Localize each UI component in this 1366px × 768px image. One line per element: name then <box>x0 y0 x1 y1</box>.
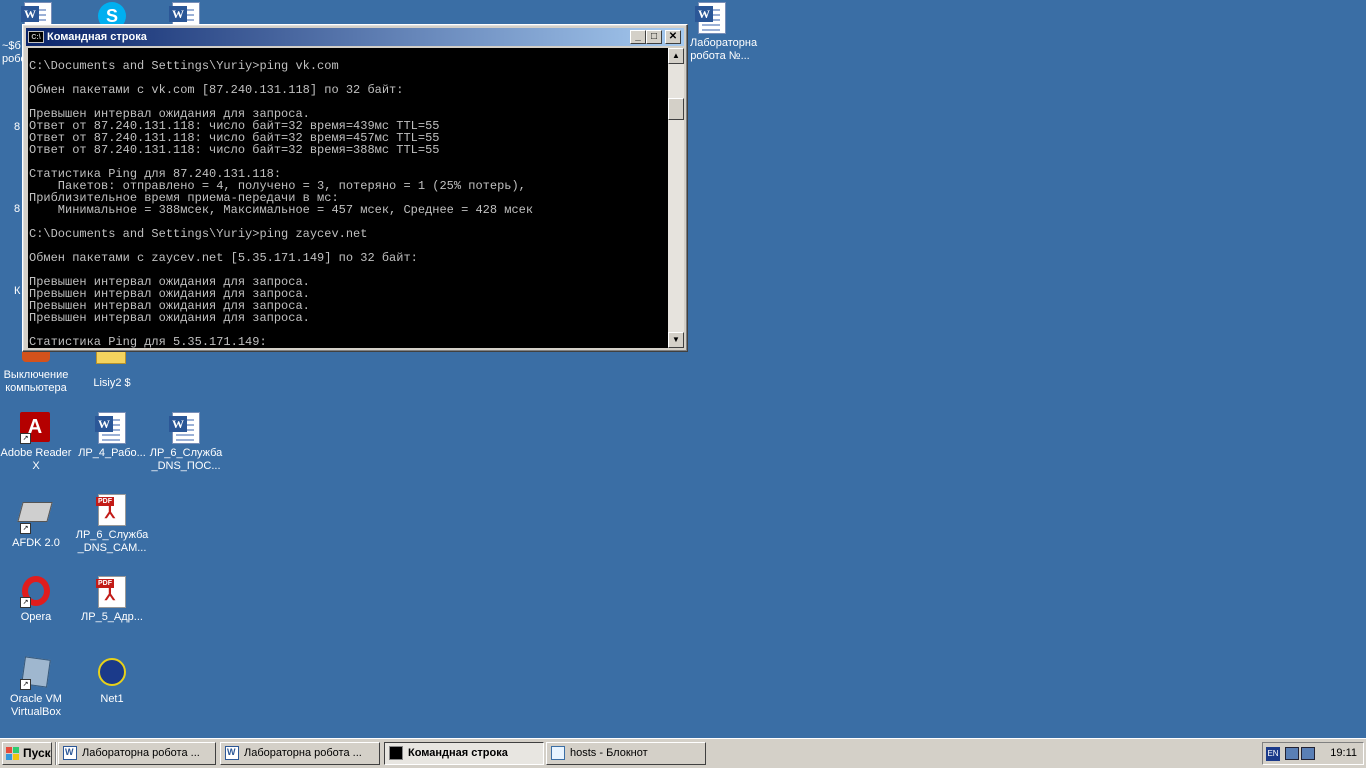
icon-label: Net1 <box>100 693 124 705</box>
desktop-icon-lr5[interactable]: PDF ⅄ ЛР_5_Адр... <box>74 576 150 624</box>
desktop-icon-net1[interactable]: Net1 <box>74 658 150 706</box>
cmd-icon <box>389 746 403 760</box>
desktop-icon-lr4[interactable]: W ЛР_4_Рабо... <box>74 412 150 460</box>
scroll-up-button[interactable]: ▲ <box>668 48 684 64</box>
opera-icon: ↗ <box>20 576 52 608</box>
desktop-icon-lr6-dns-pos[interactable]: W ЛР_6_Служба _DNS_ПОС... <box>148 412 224 473</box>
taskbar-task-notepad-hosts[interactable]: hosts - Блокнот <box>546 742 706 765</box>
task-label: Командная строка <box>408 747 508 759</box>
partial-icon-label: 8 <box>14 121 21 133</box>
console-output[interactable]: C:\Documents and Settings\Yuriy>ping vk.… <box>28 48 668 348</box>
word-document-icon: W <box>95 412 128 444</box>
partial-icon-label: 8 <box>14 203 21 215</box>
net1-icon <box>96 658 128 690</box>
notepad-icon <box>551 746 565 760</box>
word-document-icon: W <box>695 2 728 34</box>
task-label: hosts - Блокнот <box>570 747 648 759</box>
cmd-icon: C:\ <box>28 31 44 43</box>
partial-icon-label: ~$б робо <box>2 40 22 65</box>
icon-label: ЛР_5_Адр... <box>81 611 143 623</box>
taskbar-task-lab-work-1[interactable]: Лабораторна робота ... <box>58 742 216 765</box>
scroll-down-button[interactable]: ▼ <box>668 332 684 348</box>
minimize-button[interactable]: _ <box>630 30 646 44</box>
adobe-reader-icon: A ↗ <box>20 412 52 444</box>
pdf-document-icon: PDF ⅄ <box>96 576 128 608</box>
virtualbox-icon: ↗ <box>20 656 52 690</box>
icon-label: AFDK 2.0 <box>12 537 60 549</box>
maximize-button[interactable]: □ <box>646 30 662 44</box>
console-text: C:\Documents and Settings\Yuriy>ping vk.… <box>29 59 534 348</box>
word-icon <box>63 743 77 763</box>
pdf-document-icon: PDF ⅄ <box>96 494 128 526</box>
vertical-scrollbar[interactable]: ▲ ▼ <box>668 48 684 348</box>
icon-label: ЛР_6_Служба _DNS_САМ... <box>75 529 149 554</box>
taskbar-task-command-prompt[interactable]: Командная строка <box>384 742 544 765</box>
icon-label: ЛР_4_Рабо... <box>78 447 146 459</box>
icon-label: Выключение компьютера <box>3 369 69 394</box>
desktop-icon-lr6-dns-sam[interactable]: PDF ⅄ ЛР_6_Служба _DNS_САМ... <box>74 494 150 555</box>
icon-label: Adobe Reader X <box>0 447 72 472</box>
desktop-icon-opera[interactable]: ↗ Opera <box>0 576 74 624</box>
icon-label: Oracle VM VirtualBox <box>10 693 62 718</box>
system-tray: EN 19:11 <box>1262 742 1364 765</box>
word-icon <box>225 743 239 763</box>
afdk-icon: ↗ <box>17 502 53 534</box>
command-prompt-window[interactable]: C:\ Командная строка _ □ ✕ C:\Documents … <box>22 24 688 352</box>
windows-flag-icon <box>6 747 20 760</box>
clock[interactable]: 19:11 <box>1330 743 1357 764</box>
window-title-bar[interactable]: C:\ Командная строка _ □ ✕ <box>26 28 684 46</box>
desktop-icon-afdk[interactable]: ↗ AFDK 2.0 <box>0 494 74 550</box>
icon-label: Opera <box>20 611 52 623</box>
icon-label: Lisiy2 $ <box>93 377 131 389</box>
start-label: Пуск <box>23 746 51 760</box>
start-button[interactable]: Пуск <box>2 742 52 765</box>
scroll-thumb[interactable] <box>668 98 684 120</box>
taskbar-separator <box>55 742 57 765</box>
window-title: Командная строка <box>47 31 147 43</box>
network-icon[interactable] <box>1301 747 1315 760</box>
icon-label: ЛР_6_Служба _DNS_ПОС... <box>149 447 223 472</box>
partial-icon-label: К <box>14 285 21 297</box>
task-label: Лабораторна робота ... <box>82 747 200 759</box>
close-button[interactable]: ✕ <box>665 30 681 44</box>
taskbar-task-lab-work-2[interactable]: Лабораторна робота ... <box>220 742 380 765</box>
network-icon[interactable] <box>1285 747 1299 760</box>
word-document-icon: W <box>169 412 202 444</box>
taskbar: Пуск Лабораторна робота ... Лабораторна … <box>0 738 1366 768</box>
language-indicator[interactable]: EN <box>1266 747 1280 761</box>
desktop-icon-virtualbox[interactable]: ↗ Oracle VM VirtualBox <box>0 656 74 719</box>
desktop-icon-adobe-reader[interactable]: A ↗ Adobe Reader X <box>0 412 74 473</box>
task-label: Лабораторна робота ... <box>244 747 362 759</box>
